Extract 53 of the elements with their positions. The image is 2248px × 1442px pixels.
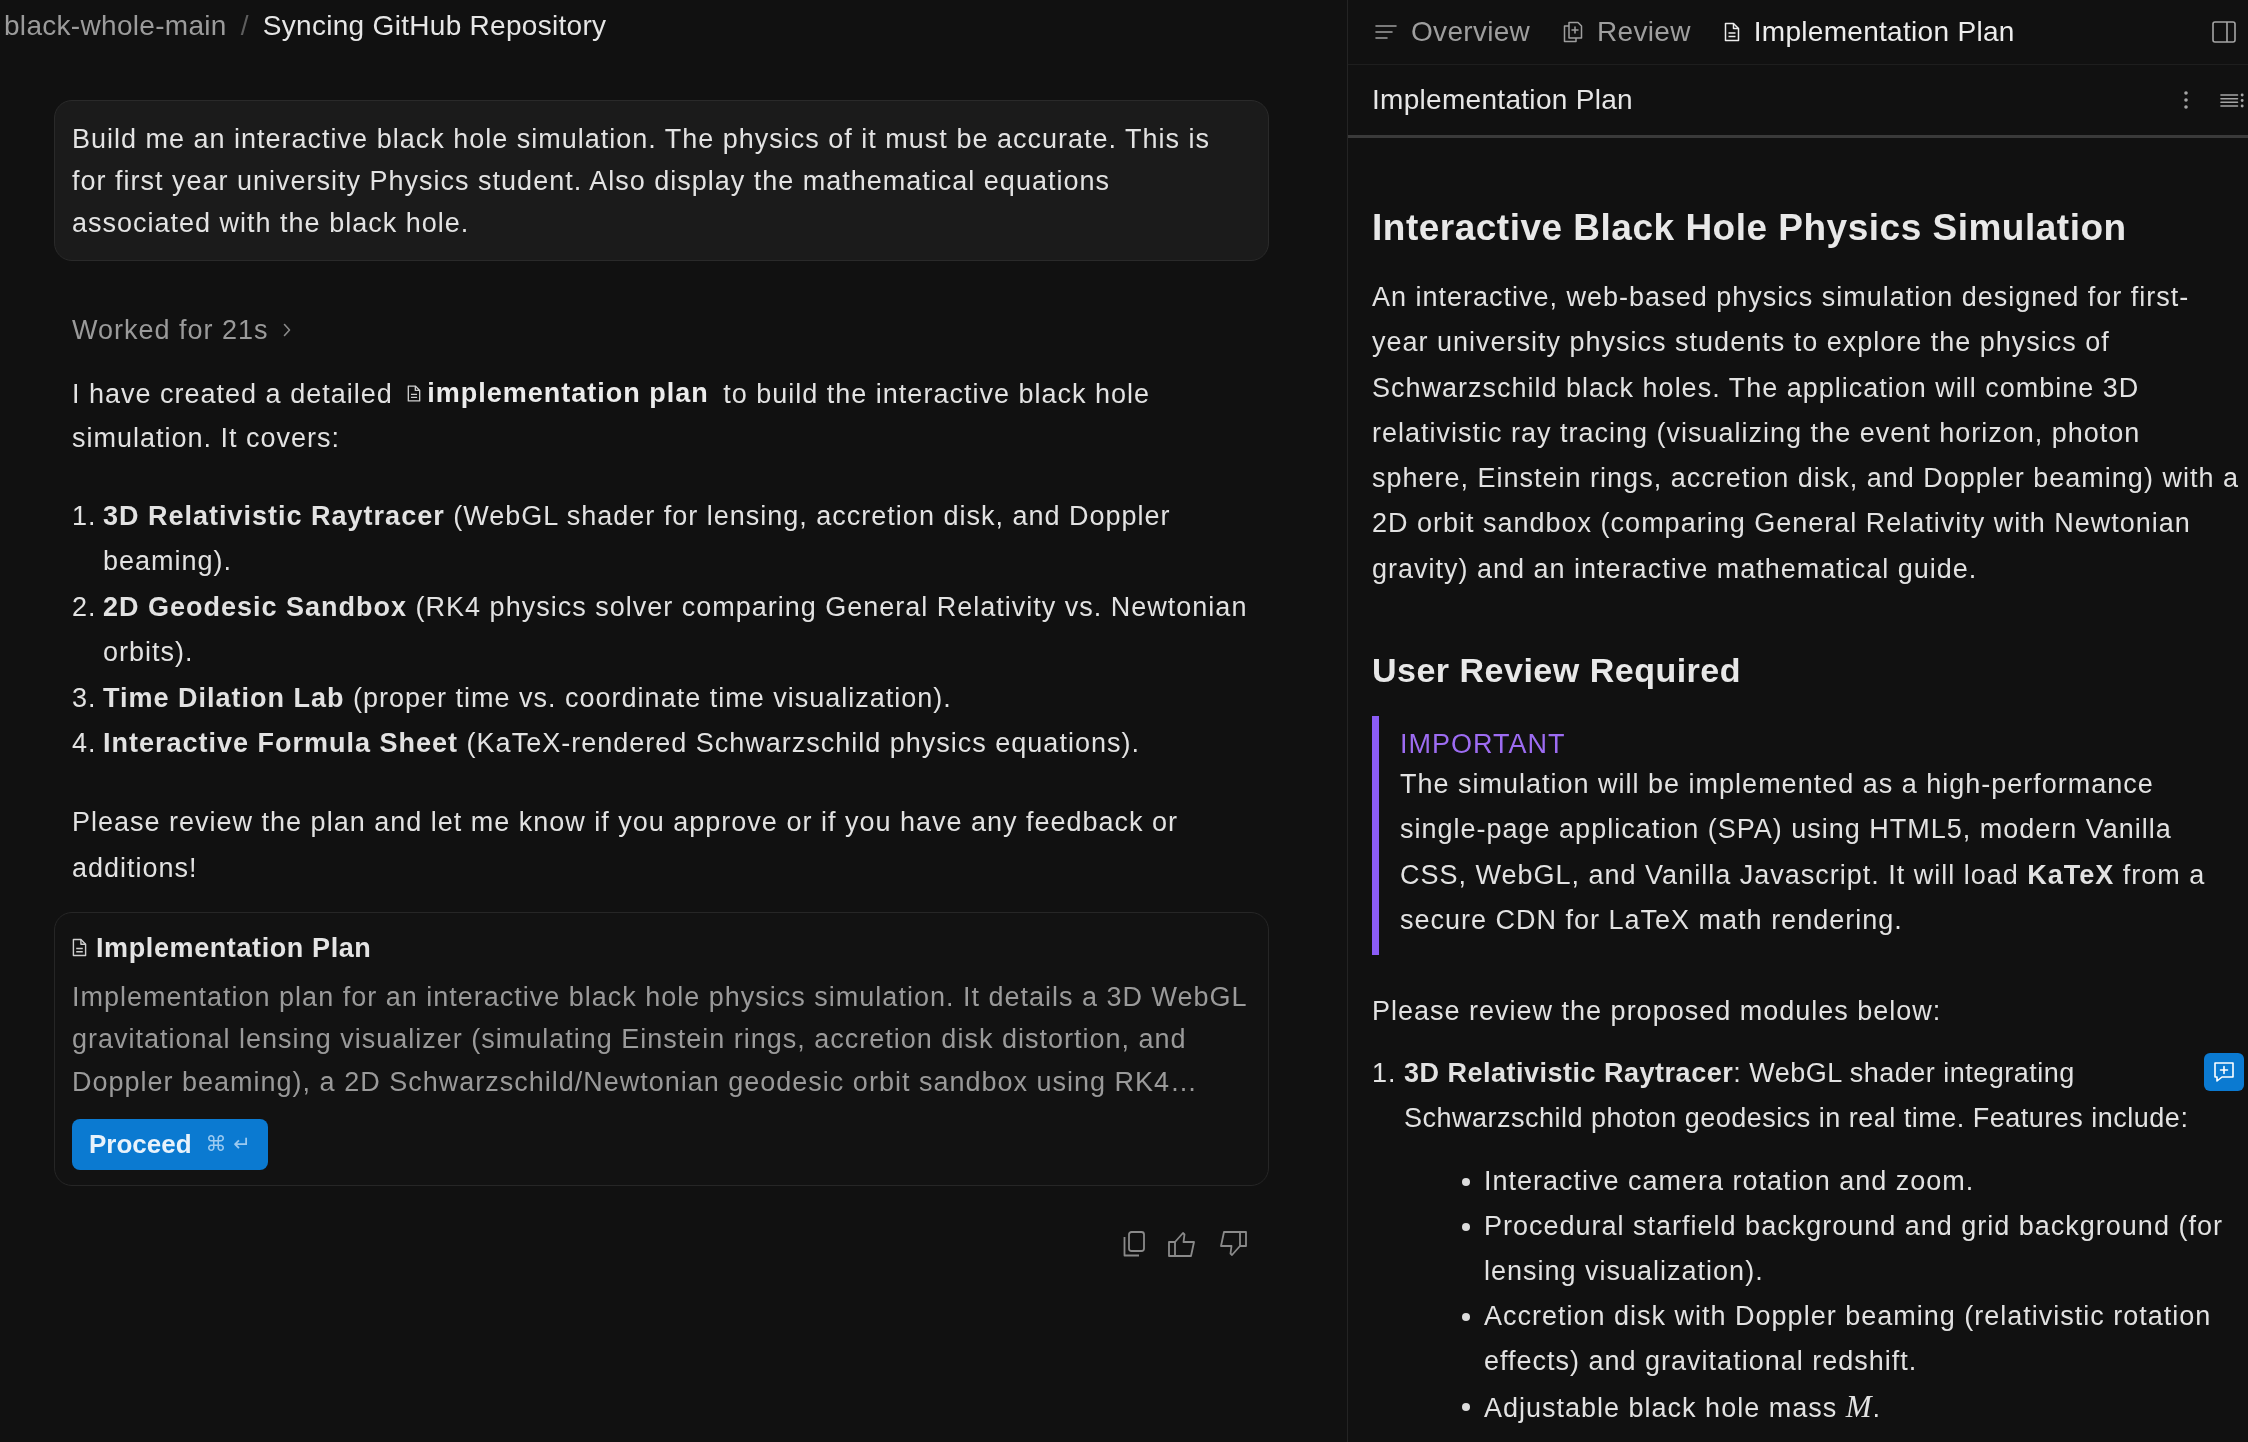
module-item: 2D Geodesic Sandbox (RK4 physics solver comparing General Relativity vs. Newtonian orbits). (103, 590, 1249, 669)
document-title: Implementation Plan (1372, 83, 1634, 117)
bullet-icon (1462, 1223, 1470, 1232)
user-message: Build me an interactive black hole simulation. The physics of it must be accurate. This is for first year university Physics student. Also display the mathematical equations associated with the black hole. (54, 100, 1269, 261)
panel-tab[interactable]: Review (1563, 14, 1691, 50)
conversation-title: Syncing GitHub Repository (262, 9, 607, 43)
list-number: 1. (1372, 1057, 1398, 1091)
thumbs-up-icon[interactable] (1168, 1231, 1196, 1257)
module-item: Interactive Formula Sheet (KaTeX-rendered Schwarzschild physics equations). (103, 727, 1141, 760)
sidebar-toggle-icon[interactable] (2212, 21, 2236, 43)
feature-item: Interactive camera rotation and zoom. (1484, 1165, 1976, 1199)
card-description: Implementation plan for an interactive black hole physics simulation. It details a 3D WebGL gravitational lensing visualizer (simulating Einstein rings, accretion disk distortion, and Doppler beaming), a 2D Schwarzschild/Newtonian geodesic orbit sandbox using RK4… (72, 980, 1248, 1099)
feature-item: Adjustable black hole mass M. (1484, 1388, 1883, 1427)
review-prompt: Please review the proposed modules below: (1372, 995, 1943, 1029)
module-item: 3D Relativistic Raytracer (WebGL shader for lensing, accretion disk, and Doppler beaming). (103, 499, 1172, 578)
outline-list-icon[interactable] (2220, 92, 2244, 108)
response-text: Please review the plan and let me know if you approve or if you have any feedback or additions! (71, 805, 1180, 885)
intro-paragraph: An interactive, web-based physics simulation designed for first-year university physics students to explore the physics of Schwarzschild black holes. The application will combine 3D relativistic ray tracing (visualizing the event horizon, photon sphere, Einstein rings, accretion disk, and Doppler beaming) with a 2D orbit sandbox (comparing General Relativity with Newtonian gravity) and an interactive mathematical guide. (1372, 281, 2240, 586)
artifact-card[interactable] (54, 911, 1269, 1186)
response-text: I have created a detailed implementation plan to build the interactive black hole simulation. It covers: (54, 371, 1269, 460)
feature-item: Procedural starfield background and grid background (for lensing visualization). (1484, 1210, 2224, 1289)
section-heading: User Review Required (1372, 650, 1743, 691)
card-title: Implementation Plan (96, 931, 372, 965)
bullet-icon (1462, 1313, 1470, 1322)
list-number: 2. (72, 590, 98, 624)
add-comment-button[interactable] (2204, 1053, 2244, 1092)
panel-tab[interactable]: Implementation Plan (1723, 14, 2015, 50)
panel-tab[interactable]: Overview (1375, 14, 1531, 50)
document-heading: Interactive Black Hole Physics Simulation (1372, 206, 2128, 250)
proceed-button[interactable]: Proceed ⌘ ↵ (72, 1119, 268, 1170)
lines-icon (1375, 24, 1397, 40)
document-icon (1723, 22, 1740, 42)
copy-icon[interactable] (1123, 1231, 1145, 1257)
bullet-icon (1462, 1403, 1470, 1412)
worked-for-toggle[interactable]: Worked for 21s (72, 309, 291, 351)
feature-item: Accretion disk with Doppler beaming (relativistic rotation effects) and gravitational redshift. (1484, 1300, 2213, 1379)
document-icon (72, 938, 87, 957)
more-options-icon[interactable] (2184, 91, 2188, 109)
module-item: Time Dilation Lab (proper time vs. coordinate time visualization). (103, 681, 953, 715)
keyboard-shortcut: ⌘ ↵ (205, 1130, 251, 1158)
callout-text: The simulation will be implemented as a high-performance single-page application (SPA) using HTML5, modern Vanilla CSS, WebGL, and Vanilla Javascript. It will load KaTeX from a secure CDN for LaTeX math rendering. (1400, 768, 2207, 937)
bullet-icon (1462, 1178, 1470, 1187)
plan-link[interactable]: implementation plan (407, 371, 709, 415)
breadcrumb-separator: / (240, 9, 249, 43)
list-number: 3. (72, 681, 98, 715)
project-name[interactable]: black-whole-main (4, 8, 227, 44)
list-number: 4. (72, 727, 98, 760)
document-icon (407, 383, 422, 403)
module-description: 3D Relativistic Raytracer: WebGL shader integrating Schwarzschild photon geodesics in real time. Features include: (1404, 1057, 2190, 1136)
thumbs-down-icon[interactable] (1219, 1231, 1247, 1257)
documents-plus-icon (1563, 21, 1584, 43)
callout-label: IMPORTANT (1400, 728, 1567, 762)
list-number: 1. (72, 499, 98, 533)
